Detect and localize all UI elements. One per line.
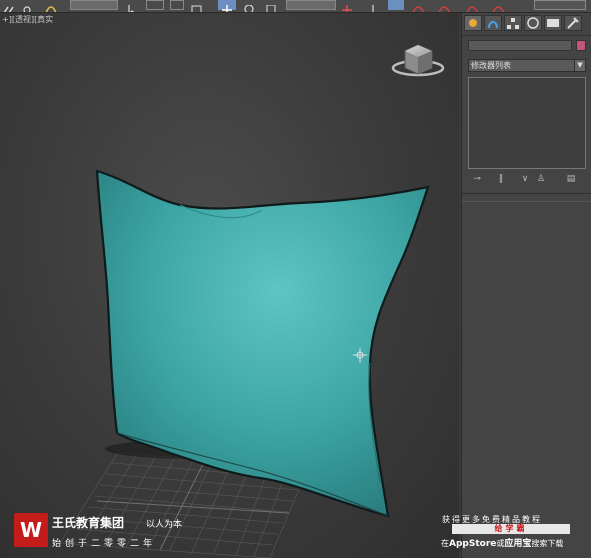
promo-app-store: 应用宝 [504,539,532,549]
divider [462,193,591,194]
select-move-icon[interactable] [218,0,236,12]
select-icon[interactable] [126,0,140,12]
cushion-object [95,169,430,518]
pin-stack-icon[interactable]: ⊸ [470,173,484,185]
select-region-icon[interactable] [170,0,184,10]
render-icon[interactable] [534,0,586,10]
modifier-list-dropdown[interactable]: 修改器列表 ▼ [468,59,586,72]
mirror-icon[interactable] [340,0,354,12]
unlink-icon[interactable] [20,0,34,12]
viewcube-icon [391,44,445,77]
layers-icon[interactable] [388,0,404,10]
brand-motto: 以人为本 [146,520,183,530]
curve-editor-icon[interactable] [412,0,426,12]
command-panel-tabs [462,15,591,33]
promo-text: 搜索下载 [531,539,564,548]
command-panel: 修改器列表 ▼ ⊸ ‖ ∨ ♙ ▤ [461,13,591,558]
divider [462,35,591,36]
display-tab[interactable] [544,15,562,31]
scale-icon[interactable] [264,0,278,12]
object-color-swatch[interactable] [576,40,586,51]
main-toolbar [0,0,591,13]
object-name-field[interactable] [468,40,572,51]
promo-app-name: 给学霸 [452,524,570,534]
promo-store: AppStore [449,539,497,549]
render-setup-icon[interactable] [492,0,506,12]
window-crossing-icon[interactable] [190,0,204,12]
make-unique-icon[interactable]: ∨ [518,173,532,185]
divider [462,201,591,202]
hierarchy-tab[interactable] [504,15,522,31]
create-tab[interactable] [464,15,482,31]
modifier-list-label: 修改器列表 [471,61,511,70]
configure-modifier-sets-icon[interactable]: ▤ [564,173,578,185]
motion-tab[interactable] [524,15,542,31]
promo-line-3: 在AppStore或应用宝搜索下载 [441,536,563,549]
chevron-down-icon[interactable]: ▼ [574,60,585,71]
utilities-tab[interactable] [564,15,582,31]
bind-icon[interactable] [44,0,58,12]
schematic-icon[interactable] [438,0,452,12]
selection-filter[interactable] [70,0,118,10]
material-editor-icon[interactable] [466,0,480,12]
perspective-viewport[interactable]: +][透视][真实 [0,13,459,558]
select-by-name-icon[interactable] [146,0,164,10]
promo-text: 在 [441,539,449,548]
brand-logo: W [14,513,48,547]
modifier-stack[interactable] [468,77,586,169]
align-icon[interactable] [366,0,380,12]
viewport-scene [59,44,445,558]
show-end-result-icon[interactable]: ‖ [494,173,508,185]
remove-modifier-icon[interactable]: ♙ [534,173,548,185]
stack-buttons: ⊸ ‖ ∨ ♙ ▤ [468,173,586,187]
rotate-icon[interactable] [242,0,256,12]
brand-founded: 始创于二零零二年 [52,539,157,549]
brand-name: 王氏教育集团 [52,516,125,530]
modify-tab[interactable] [484,15,502,31]
logo-letter: W [19,518,43,542]
reference-coordinate-dropdown[interactable] [286,0,336,10]
link-icon[interactable] [2,0,16,12]
